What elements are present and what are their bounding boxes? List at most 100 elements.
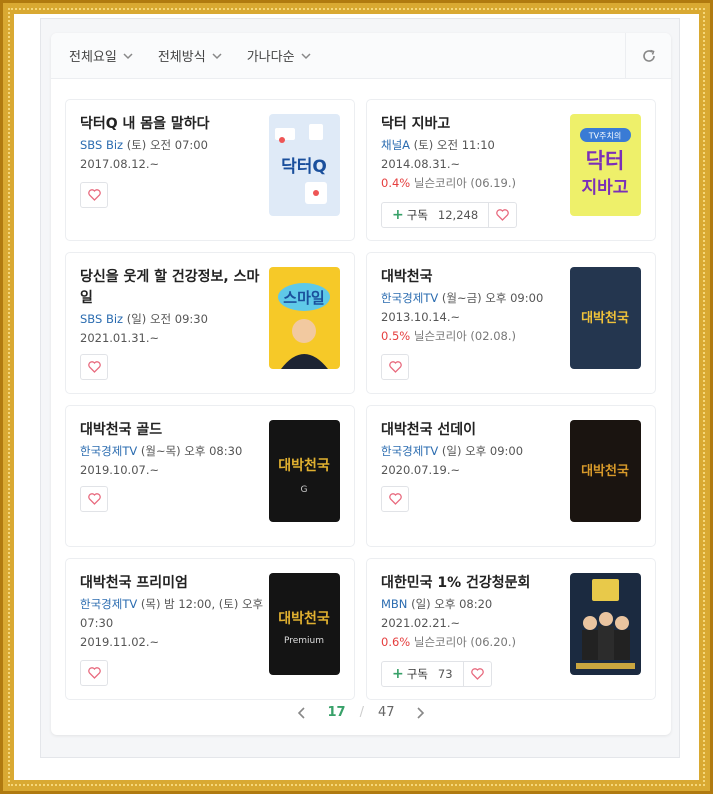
channel-link[interactable]: SBS Biz: [80, 312, 123, 326]
program-title[interactable]: 닥터 지바고: [381, 114, 565, 135]
favorite-button[interactable]: [462, 662, 491, 686]
heart-icon: [388, 361, 402, 373]
program-thumbnail[interactable]: 대박천국: [570, 267, 641, 369]
heart-icon: [496, 209, 509, 221]
thumbnail-subtext: G: [301, 485, 308, 495]
refresh-icon: [642, 49, 655, 62]
thumbnail-text: 대박천국: [581, 463, 629, 479]
program-card[interactable]: 대박천국 선데이 한국경제TV (일) 오후 09:00 2020.07.19.…: [366, 405, 656, 547]
thumbnail-text: 닥터: [586, 149, 625, 173]
subscribe-label: 구독: [406, 667, 428, 681]
channel-link[interactable]: 채널A: [381, 138, 410, 152]
chevron-down-icon: [301, 52, 311, 59]
program-schedule: 한국경제TV (월~목) 오후 08:30: [80, 444, 243, 458]
heart-icon: [470, 668, 484, 680]
channel-link[interactable]: MBN: [381, 597, 407, 611]
chevron-right-icon[interactable]: [413, 706, 427, 720]
thumbnail-text: 대박천국: [278, 610, 330, 627]
program-schedule: 한국경제TV (목) 밤 12:00, (토) 오후 07:30: [80, 597, 264, 630]
program-title[interactable]: 대박천국 프리미엄: [80, 573, 264, 594]
filter-sort-label: 가나다순: [246, 50, 295, 65]
program-schedule: SBS Biz (토) 오전 07:00: [80, 138, 208, 152]
thumbnail-text: 대박천국: [278, 457, 330, 474]
program-title[interactable]: 대박천국 선데이: [381, 420, 565, 441]
program-schedule: 한국경제TV (월~금) 오후 09:00: [381, 291, 544, 305]
program-thumbnail[interactable]: 닥터Q: [269, 114, 340, 216]
heart-icon: [87, 667, 101, 679]
program-card[interactable]: 대박천국 한국경제TV (월~금) 오후 09:00 2013.10.14.~ …: [366, 252, 656, 394]
program-rating: 0.6% 닐슨코리아 (06.20.): [381, 635, 516, 649]
program-thumbnail[interactable]: 대박천국: [570, 420, 641, 522]
program-thumbnail[interactable]: TV주치의 닥터 지바고: [570, 114, 641, 216]
program-thumbnail[interactable]: 스마일: [269, 267, 340, 369]
plus-icon: +: [392, 666, 404, 682]
total-pages: 47: [377, 705, 395, 720]
program-list-container: 전체요일 전체방식 가나다순 닥터Q 내 몸을 말하다 SBS Biz (토) …: [51, 33, 671, 735]
heart-icon: [87, 189, 101, 201]
favorite-button[interactable]: [80, 486, 108, 512]
chevron-down-icon: [212, 52, 222, 59]
program-start-date: 2019.11.02.~: [80, 635, 160, 649]
thumbnail-text: 스마일: [283, 289, 324, 307]
program-title[interactable]: 당신을 웃게 할 건강정보, 스마일: [80, 267, 264, 309]
thumbnail-text: 닥터Q: [281, 157, 327, 177]
heart-icon: [87, 361, 101, 373]
favorite-button[interactable]: [381, 486, 409, 512]
program-card[interactable]: 당신을 웃게 할 건강정보, 스마일 SBS Biz (일) 오전 09:30 …: [65, 252, 355, 394]
program-schedule: SBS Biz (일) 오전 09:30: [80, 312, 208, 326]
filter-bar: 전체요일 전체방식 가나다순: [51, 33, 671, 79]
program-start-date: 2020.07.19.~: [381, 463, 461, 477]
channel-link[interactable]: 한국경제TV: [381, 291, 438, 305]
favorite-button[interactable]: [80, 660, 108, 686]
program-list-panel: 전체요일 전체방식 가나다순 닥터Q 내 몸을 말하다 SBS Biz (토) …: [40, 18, 680, 758]
program-schedule: 한국경제TV (일) 오후 09:00: [381, 444, 524, 458]
chevron-down-icon: [123, 52, 133, 59]
program-title[interactable]: 대박천국 골드: [80, 420, 264, 441]
filter-sort[interactable]: 가나다순: [247, 46, 312, 65]
favorite-button[interactable]: [80, 354, 108, 380]
program-thumbnail[interactable]: [570, 573, 641, 675]
program-start-date: 2017.08.12.~: [80, 157, 160, 171]
channel-link[interactable]: SBS Biz: [80, 138, 123, 152]
filter-method[interactable]: 전체방식: [158, 46, 223, 65]
refresh-button[interactable]: [625, 33, 671, 79]
program-card[interactable]: 대박천국 프리미엄 한국경제TV (목) 밤 12:00, (토) 오후 07:…: [65, 558, 355, 700]
program-start-date: 2014.08.31.~: [381, 157, 461, 171]
thumbnail-text: 대박천국: [581, 310, 629, 326]
channel-link[interactable]: 한국경제TV: [80, 444, 137, 458]
pagination: 17 / 47: [51, 705, 671, 720]
program-card[interactable]: 닥터Q 내 몸을 말하다 SBS Biz (토) 오전 07:00 2017.0…: [65, 99, 355, 241]
subscribe-button[interactable]: + 구독 73: [382, 662, 463, 686]
program-title[interactable]: 대박천국: [381, 267, 565, 288]
program-thumbnail[interactable]: 대박천국 G: [269, 420, 340, 522]
favorite-button[interactable]: [381, 354, 409, 380]
channel-link[interactable]: 한국경제TV: [80, 597, 137, 611]
thumbnail-badge: TV주치의: [588, 131, 621, 141]
program-card[interactable]: 대박천국 골드 한국경제TV (월~목) 오후 08:30 2019.10.07…: [65, 405, 355, 547]
program-start-date: 2021.02.21.~: [381, 616, 461, 630]
chevron-left-icon[interactable]: [295, 706, 309, 720]
favorite-button[interactable]: [80, 182, 108, 208]
current-page: 17: [327, 705, 346, 720]
page-separator: /: [359, 705, 364, 720]
subscribe-group: + 구독 73: [381, 661, 492, 687]
program-card[interactable]: 대한민국 1% 건강청문회 MBN (일) 오후 08:20 2021.02.2…: [366, 558, 656, 700]
program-title[interactable]: 닥터Q 내 몸을 말하다: [80, 114, 264, 135]
program-start-date: 2019.10.07.~: [80, 463, 160, 477]
program-schedule: MBN (일) 오후 08:20: [381, 597, 493, 611]
filter-method-label: 전체방식: [157, 50, 206, 65]
subscribe-group: + 구독 12,248: [381, 202, 518, 228]
heart-icon: [388, 493, 402, 505]
filter-day[interactable]: 전체요일: [69, 46, 134, 65]
channel-link[interactable]: 한국경제TV: [381, 444, 438, 458]
heart-icon: [87, 493, 101, 505]
program-rating: 0.5% 닐슨코리아 (02.08.): [381, 329, 516, 343]
plus-icon: +: [392, 207, 404, 223]
program-title[interactable]: 대한민국 1% 건강청문회: [381, 573, 565, 594]
program-thumbnail[interactable]: 대박천국 Premium: [269, 573, 340, 675]
program-start-date: 2013.10.14.~: [381, 310, 461, 324]
program-card[interactable]: 닥터 지바고 채널A (토) 오전 11:10 2014.08.31.~ 0.4…: [366, 99, 656, 241]
subscribe-button[interactable]: + 구독 12,248: [382, 203, 488, 227]
subscribe-label: 구독: [406, 208, 428, 222]
favorite-button[interactable]: [488, 203, 516, 227]
